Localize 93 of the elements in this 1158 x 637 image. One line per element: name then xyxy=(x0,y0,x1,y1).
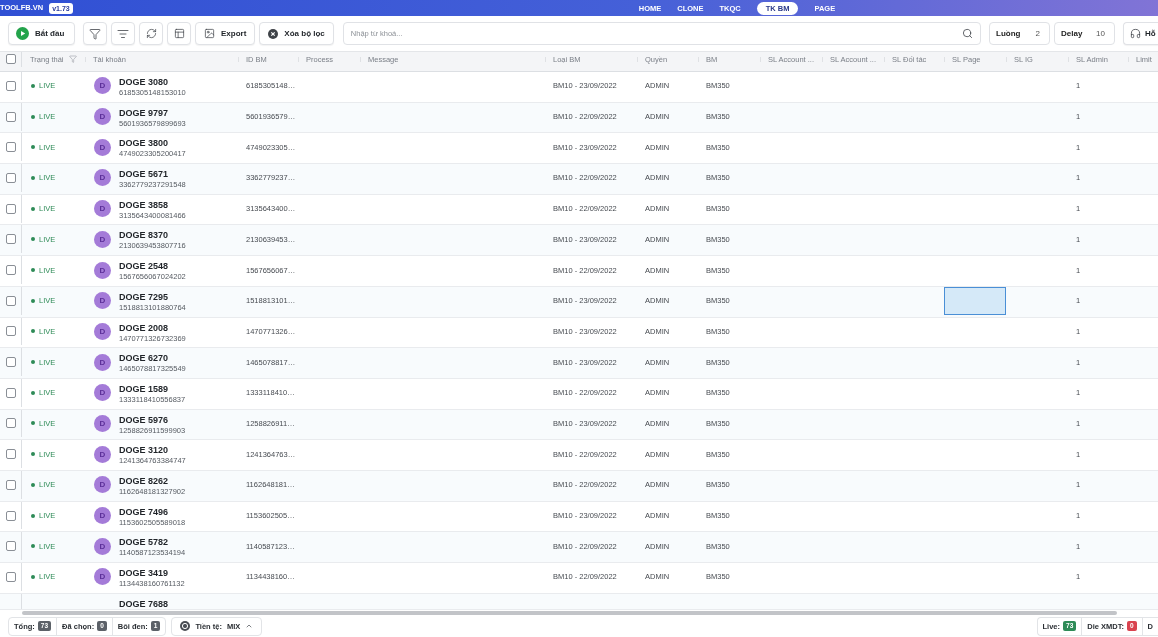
filter-icon xyxy=(89,27,101,40)
row-checkbox[interactable] xyxy=(5,203,16,214)
row-checkbox[interactable] xyxy=(5,510,16,521)
avatar-icon: D xyxy=(94,322,111,340)
play-icon xyxy=(16,27,29,40)
avatar-icon: D xyxy=(94,77,111,95)
row-checkbox[interactable] xyxy=(5,357,16,368)
avatar-icon: D xyxy=(94,108,111,126)
row-checkbox[interactable] xyxy=(5,387,16,398)
refresh-button[interactable] xyxy=(139,22,163,45)
search-icon[interactable] xyxy=(962,28,973,39)
row-checkbox[interactable] xyxy=(5,541,16,552)
account-name: DOGE 7295 xyxy=(119,291,170,303)
avatar-icon: D xyxy=(94,415,111,432)
avatar-icon: D xyxy=(94,537,111,555)
avatar-icon: D xyxy=(94,476,111,494)
status-dot-icon xyxy=(31,360,35,365)
avatar-icon: D xyxy=(94,507,111,525)
row-checkbox[interactable] xyxy=(5,111,16,122)
row-checkbox[interactable] xyxy=(5,173,16,183)
row-checkbox[interactable] xyxy=(5,326,16,337)
status-dot-icon xyxy=(31,390,35,395)
status-dot-icon xyxy=(31,237,35,242)
account-name: DOGE 2548 xyxy=(119,261,170,273)
account-name: DOGE 2008 xyxy=(119,322,170,334)
avatar-icon: D xyxy=(94,353,111,371)
avatar-icon: D xyxy=(94,230,111,248)
row-checkbox[interactable] xyxy=(5,265,16,276)
start-button[interactable]: Bắt đầu xyxy=(8,22,75,45)
account-name: DOGE 7496 xyxy=(119,506,170,518)
account-name: DOGE 6270 xyxy=(119,353,170,365)
status-dot-icon xyxy=(31,544,35,549)
status-dot-icon xyxy=(31,114,35,119)
avatar-icon: D xyxy=(94,200,111,218)
account-name: DOGE 3858 xyxy=(119,199,170,211)
avatar-icon: D xyxy=(94,445,111,463)
account-name: DOGE 9797 xyxy=(119,107,170,119)
account-name: DOGE 5782 xyxy=(119,537,170,549)
caret-icon xyxy=(245,622,254,630)
avatar-icon: D xyxy=(94,292,111,310)
avatar-icon: D xyxy=(94,261,111,279)
layout-button[interactable] xyxy=(167,22,191,45)
account-name: DOGE 8262 xyxy=(119,475,170,487)
headset-icon xyxy=(1130,28,1141,39)
account-name: DOGE 8370 xyxy=(119,230,170,242)
image-icon xyxy=(204,28,215,39)
filter-button[interactable] xyxy=(83,22,107,45)
row-checkbox[interactable] xyxy=(5,234,16,245)
account-name: DOGE 3419 xyxy=(119,568,170,579)
row-checkbox[interactable] xyxy=(5,295,16,306)
row-checkbox[interactable] xyxy=(5,80,16,91)
status-dot-icon xyxy=(31,482,35,487)
list-icon xyxy=(117,27,129,40)
export-button[interactable]: Export xyxy=(195,22,256,45)
list-button[interactable] xyxy=(111,22,135,45)
avatar-icon: D xyxy=(94,568,111,586)
close-icon xyxy=(268,28,279,39)
row-checkbox[interactable] xyxy=(5,418,16,429)
refresh-icon xyxy=(145,28,157,39)
account-name: DOGE 7688 xyxy=(119,598,169,609)
avatar-icon: D xyxy=(94,169,111,187)
status-dot-icon xyxy=(31,176,35,180)
row-checkbox[interactable] xyxy=(5,479,16,490)
support-button[interactable]: Hỗ xyxy=(1123,22,1158,45)
clear-filter-button[interactable]: Xóa bộ lọc xyxy=(259,22,334,45)
threads-field[interactable]: Luồng 2 xyxy=(989,22,1050,45)
delay-field[interactable]: Delay 10 xyxy=(1054,22,1115,45)
account-name: DOGE 5976 xyxy=(119,414,170,426)
account-name: DOGE 5671 xyxy=(119,169,170,181)
status-dot-icon xyxy=(31,513,35,518)
status-dot-icon xyxy=(31,145,35,150)
avatar-icon: D xyxy=(94,138,111,156)
status-dot-icon xyxy=(31,206,35,211)
status-dot-icon xyxy=(31,329,35,334)
row-checkbox[interactable] xyxy=(5,142,16,153)
account-name: DOGE 3080 xyxy=(119,77,170,88)
select-all-checkbox[interactable] xyxy=(5,54,16,65)
status-dot-icon xyxy=(31,298,35,303)
status-dot-icon xyxy=(31,574,35,579)
status-dot-icon xyxy=(31,421,35,426)
avatar-icon: D xyxy=(94,384,111,402)
layout-icon xyxy=(173,28,185,39)
selected-cell[interactable] xyxy=(944,286,1006,315)
status-dot-icon xyxy=(31,452,35,457)
status-dot-icon xyxy=(31,268,35,273)
account-name: DOGE 1589 xyxy=(119,383,170,395)
row-checkbox[interactable] xyxy=(5,571,16,582)
scrollbar-thumb[interactable] xyxy=(22,610,1117,615)
row-checkbox[interactable] xyxy=(5,449,16,460)
status-dot-icon xyxy=(31,83,35,88)
account-name: DOGE 3800 xyxy=(119,138,170,150)
account-name: DOGE 3120 xyxy=(119,445,170,457)
coin-icon xyxy=(180,621,191,631)
